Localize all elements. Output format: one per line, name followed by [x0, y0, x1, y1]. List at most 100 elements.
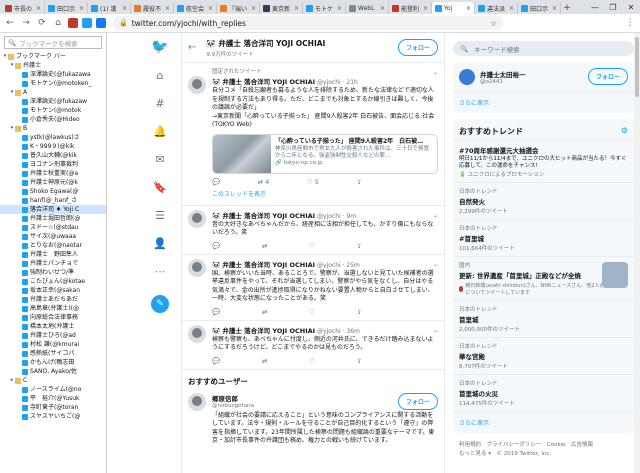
extension-icon[interactable] [82, 18, 92, 28]
notifications-icon[interactable]: 🔔 [153, 125, 167, 139]
share-icon[interactable]: ⇪ [357, 178, 362, 186]
share-icon[interactable]: ⇪ [357, 242, 362, 250]
avatar[interactable] [188, 76, 206, 94]
bookmark-item[interactable]: 普久山大輔(@kik [0, 151, 106, 160]
bookmark-item[interactable]: こたびょん(@kotae [0, 277, 106, 286]
reply-icon[interactable]: 💬 [212, 308, 220, 316]
show-more-link[interactable]: さらに表示 [453, 92, 634, 113]
bookmark-item[interactable]: 弁護士ひろ(@ad [0, 331, 106, 340]
browser-tab[interactable]: 能登利 × [389, 2, 432, 14]
avatar[interactable] [188, 392, 206, 411]
bookmark-item[interactable]: 橋本太地(弁護士 [0, 322, 106, 331]
messages-icon[interactable]: ✉ [153, 153, 167, 167]
bookmark-item[interactable]: サイ次(@uwaaa [0, 232, 106, 241]
trend-item[interactable]: 国内 更新: 世界遺産「首里城」正殿などが全焼 朝日新聞(asahi shimbun… [453, 257, 634, 301]
retweet-icon[interactable]: ⇄ [262, 308, 267, 316]
like-icon[interactable]: ♡ 5 [307, 178, 319, 186]
bookmark-folder[interactable]: ▾ A [0, 88, 106, 97]
bookmark-item[interactable]: 強制わいせつ/準 [0, 268, 106, 277]
home-icon[interactable]: ⌂ [51, 16, 65, 30]
trend-item[interactable]: 日本のトレンド 首里城 2,000,000件のツイート [453, 301, 634, 338]
bookmark-item[interactable]: スヤスヤいちご(@ [0, 412, 106, 421]
close-icon[interactable]: × [208, 5, 213, 12]
reply-icon[interactable]: 💬 [212, 357, 220, 365]
bookmark-item[interactable]: 弁護士堀田哲朗(@ [0, 214, 106, 223]
close-icon[interactable]: × [380, 5, 385, 12]
close-icon[interactable]: × [466, 5, 471, 12]
bookmark-folder[interactable]: ▾ B [0, 124, 106, 133]
author-name[interactable]: 🐼 弁護士 落合洋司 YOJI OCHIAI [212, 78, 315, 86]
share-icon[interactable]: ⇪ [357, 357, 362, 365]
close-icon[interactable]: × [122, 5, 127, 12]
like-icon[interactable]: ♡ [309, 357, 315, 365]
gear-icon[interactable]: ⚙ [621, 126, 628, 137]
author-handle[interactable]: @yjochi · 9m [317, 213, 356, 220]
bookmark-item[interactable]: K・999９(@kik [0, 142, 106, 151]
bookmark-item[interactable]: モトケン(@motoken_ [0, 79, 106, 88]
back-arrow-icon[interactable]: ← [188, 42, 196, 53]
like-icon[interactable]: ♡ [309, 242, 315, 250]
twitter-logo-icon[interactable]: 🐦 [151, 39, 168, 55]
bookmark-item[interactable]: 落合洋司 ♦ Yoji C [0, 205, 106, 214]
browser-tab[interactable]: (1) 漢 × [88, 2, 131, 14]
lists-icon[interactable]: ☰ [153, 209, 167, 223]
browser-tab[interactable]: WebL × [346, 2, 389, 14]
share-icon[interactable]: ⇪ [357, 308, 362, 316]
reply-icon[interactable]: 💬 [212, 242, 220, 250]
minimize-icon[interactable]: — [586, 3, 604, 12]
author-name[interactable]: 🐼 弁護士 落合洋司 YOJI OCHIAI [212, 327, 315, 335]
home-icon[interactable]: ⌂ [153, 69, 167, 83]
browser-tab[interactable]: 違法派 × [475, 2, 518, 14]
show-thread-link[interactable]: このスレッドを表示 [212, 186, 438, 201]
author-handle[interactable]: @yjochi · 21h [317, 79, 358, 86]
twitter-search-input[interactable]: 🔍 キーワード検索 [453, 41, 634, 56]
bookmark-item[interactable]: 弁護士あだちあだ [0, 295, 106, 304]
extension-icon[interactable] [96, 18, 106, 28]
trend-item[interactable]: 日本のトレンド 首里城の火災 114,475件のツイート [453, 375, 634, 412]
avatar[interactable] [459, 68, 475, 85]
follow-button[interactable]: フォロー [397, 39, 438, 56]
bookmark-folder[interactable]: ▾ ブックマーク バー [0, 52, 106, 61]
trend-item[interactable]: 日本のトレンド 自然発火 2,299件のツイート [453, 183, 634, 220]
bookmark-folder[interactable]: ▸ C [0, 376, 106, 385]
reply-icon[interactable]: 💬 [212, 178, 220, 186]
follow-button[interactable]: フォロー [397, 392, 438, 410]
bookmark-item[interactable]: 村松 謙(@kmurai [0, 340, 106, 349]
browser-tab[interactable]: 履役不 × [131, 2, 174, 14]
reload-icon[interactable]: ⟳ [35, 16, 49, 30]
link-card[interactable]: 「心酔っている子揃った」 座間9人殺害2年 白石被… 神奈川県座間市で男女九人が殺… [212, 133, 438, 174]
explore-icon[interactable]: # [153, 97, 167, 111]
tweet[interactable]: 🐼 弁護士 落合洋司 YOJI OCHIAI @yjochi · 9m 昔の大好き… [182, 206, 444, 255]
bookmark-item[interactable]: ノースライム(@no [0, 385, 106, 394]
bookmark-item[interactable]: 感熱紙(サイコパ [0, 349, 106, 358]
browser-tab[interactable]: 市長の × [2, 2, 45, 14]
bookmark-item[interactable]: ヨコナン刑事裁判 [0, 160, 106, 169]
avatar[interactable] [188, 324, 206, 343]
tweet[interactable]: 🐼 弁護士 落合洋司 YOJI OCHIAI @yjochi · 36m 検察も警… [182, 321, 444, 370]
bookmarks-icon[interactable]: 🔖 [153, 181, 167, 195]
browser-tab[interactable]: モトケ × [303, 2, 346, 14]
close-icon[interactable]: × [36, 5, 41, 12]
maximize-icon[interactable]: ❐ [604, 3, 622, 12]
browser-tab[interactable]: 『瑞い × [217, 2, 260, 14]
close-icon[interactable]: × [423, 5, 428, 12]
bookmark-item[interactable]: かもんげ(鴨志田 [0, 358, 106, 367]
star-icon[interactable]: ☆ [490, 19, 497, 28]
close-icon[interactable]: × [552, 5, 557, 12]
close-icon[interactable]: × [337, 5, 342, 12]
browser-tab[interactable]: 田口示 × [518, 2, 561, 14]
follow-button[interactable]: フォロー [587, 68, 628, 85]
author-handle[interactable]: @yjochi · 36m [317, 328, 360, 335]
bookmark-item[interactable]: 弁護士 野田隼人 [0, 250, 106, 259]
bookmark-item[interactable]: 平 裕介(@Yusuk [0, 394, 106, 403]
bookmark-search-input[interactable]: 🔍 ブックマークを検索 [4, 36, 102, 49]
address-bar[interactable]: 🔒 twitter.com/yjochi/with_replies ☆ [113, 16, 503, 30]
avatar[interactable] [188, 209, 206, 228]
bookmark-item[interactable]: スドー☆(@stdau [0, 223, 106, 232]
bookmark-item[interactable]: 深澤論史(@fukazawa [0, 70, 106, 79]
tweet[interactable]: 固定されたツイート 🐼 弁護士 落合洋司 YOJI OCHIAI @yjochi … [182, 63, 444, 206]
bookmark-item[interactable]: 坂本正幸(@sakan [0, 286, 106, 295]
back-icon[interactable]: ← [3, 16, 17, 30]
browser-tab[interactable]: 田口示 × [45, 2, 88, 14]
like-icon[interactable]: ♡ [309, 308, 315, 316]
